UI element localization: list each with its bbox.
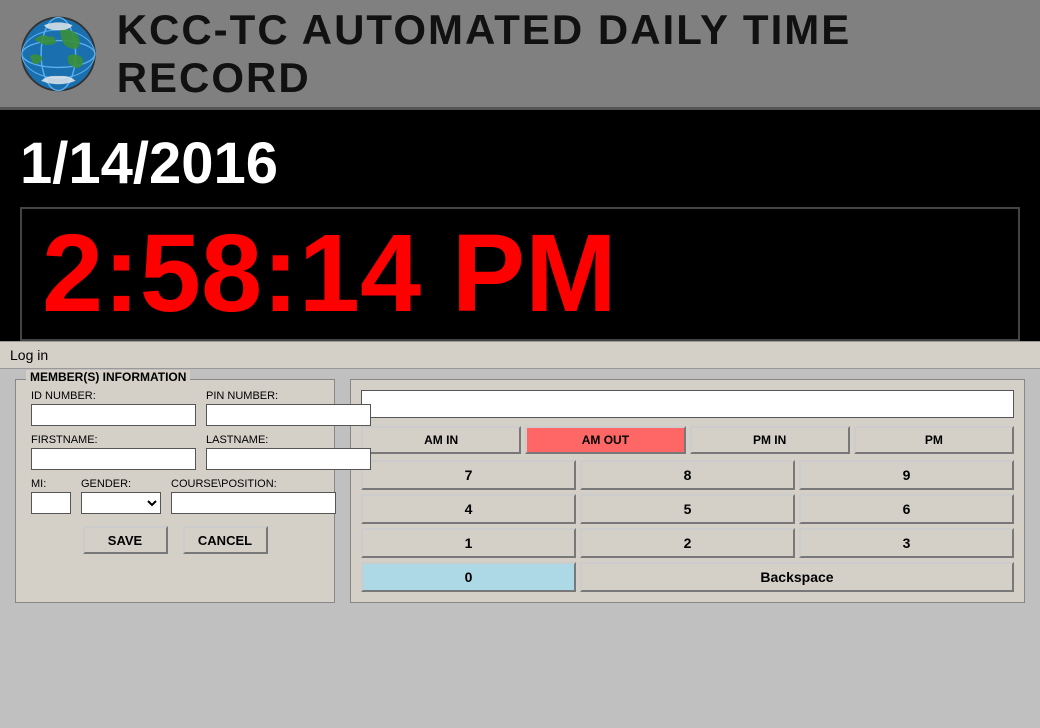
time-wrapper: 2:58:14 PM xyxy=(20,207,1020,341)
backspace-button[interactable]: Backspace xyxy=(580,562,1014,592)
time-display: 2:58:14 PM xyxy=(42,219,998,329)
firstname-input[interactable] xyxy=(31,448,196,470)
id-number-label: ID NUMBER: xyxy=(31,390,196,402)
lastname-label: LASTNAME: xyxy=(206,434,371,446)
login-bar: Log in xyxy=(0,341,1040,369)
gender-group: GENDER: Male Female xyxy=(81,478,161,514)
firstname-lastname-row: FIRSTNAME: LASTNAME: xyxy=(31,434,319,470)
course-position-group: COURSE\POSITION: xyxy=(171,478,336,514)
pm-in-button[interactable]: PM IN xyxy=(690,426,850,454)
date-display: 1/14/2016 xyxy=(20,120,1020,207)
course-position-label: COURSE\POSITION: xyxy=(171,478,336,490)
action-buttons: AM IN AM OUT PM IN PM xyxy=(361,426,1014,454)
num-6-button[interactable]: 6 xyxy=(799,494,1014,524)
num-1-button[interactable]: 1 xyxy=(361,528,576,558)
num-5-button[interactable]: 5 xyxy=(580,494,795,524)
gender-select[interactable]: Male Female xyxy=(81,492,161,514)
mi-input[interactable] xyxy=(31,492,71,514)
app-title: KCC-TC AUTOMATED DAILY TIME RECORD xyxy=(117,6,1020,102)
pin-number-input[interactable] xyxy=(206,404,371,426)
save-button[interactable]: SAVE xyxy=(83,526,168,554)
gender-label: GENDER: xyxy=(81,478,161,490)
cancel-button[interactable]: CANCEL xyxy=(183,526,268,554)
pin-number-group: PIN NUMBER: xyxy=(206,390,371,426)
pm-button[interactable]: PM xyxy=(854,426,1014,454)
id-pin-row: ID NUMBER: PIN NUMBER: xyxy=(31,390,319,426)
num-2-button[interactable]: 2 xyxy=(580,528,795,558)
mi-gender-course-row: MI: GENDER: Male Female COURSE\POSITION: xyxy=(31,478,319,514)
member-info-box: MEMBER(S) INFORMATION ID NUMBER: PIN NUM… xyxy=(15,379,335,603)
numpad-area: AM IN AM OUT PM IN PM 7 8 9 4 5 6 1 2 3 … xyxy=(350,379,1025,603)
numpad-grid: 7 8 9 4 5 6 1 2 3 0 Backspace xyxy=(361,460,1014,592)
num-3-button[interactable]: 3 xyxy=(799,528,1014,558)
mi-group: MI: xyxy=(31,478,71,514)
firstname-label: FIRSTNAME: xyxy=(31,434,196,446)
member-buttons: SAVE CANCEL xyxy=(31,526,319,554)
num-0-button[interactable]: 0 xyxy=(361,562,576,592)
numpad-display[interactable] xyxy=(361,390,1014,418)
lastname-group: LASTNAME: xyxy=(206,434,371,470)
globe-icon xyxy=(20,14,97,94)
num-7-button[interactable]: 7 xyxy=(361,460,576,490)
member-info-legend: MEMBER(S) INFORMATION xyxy=(26,370,190,384)
course-position-input[interactable] xyxy=(171,492,336,514)
mi-label: MI: xyxy=(31,478,71,490)
num-8-button[interactable]: 8 xyxy=(580,460,795,490)
login-label: Log in xyxy=(10,347,48,363)
lastname-input[interactable] xyxy=(206,448,371,470)
num-9-button[interactable]: 9 xyxy=(799,460,1014,490)
id-number-input[interactable] xyxy=(31,404,196,426)
id-number-group: ID NUMBER: xyxy=(31,390,196,426)
pin-number-label: PIN NUMBER: xyxy=(206,390,371,402)
am-out-button[interactable]: AM OUT xyxy=(525,426,685,454)
firstname-group: FIRSTNAME: xyxy=(31,434,196,470)
num-4-button[interactable]: 4 xyxy=(361,494,576,524)
main-area: MEMBER(S) INFORMATION ID NUMBER: PIN NUM… xyxy=(0,369,1040,613)
am-in-button[interactable]: AM IN xyxy=(361,426,521,454)
app-header: KCC-TC AUTOMATED DAILY TIME RECORD xyxy=(0,0,1040,110)
datetime-section: 1/14/2016 2:58:14 PM xyxy=(0,110,1040,341)
